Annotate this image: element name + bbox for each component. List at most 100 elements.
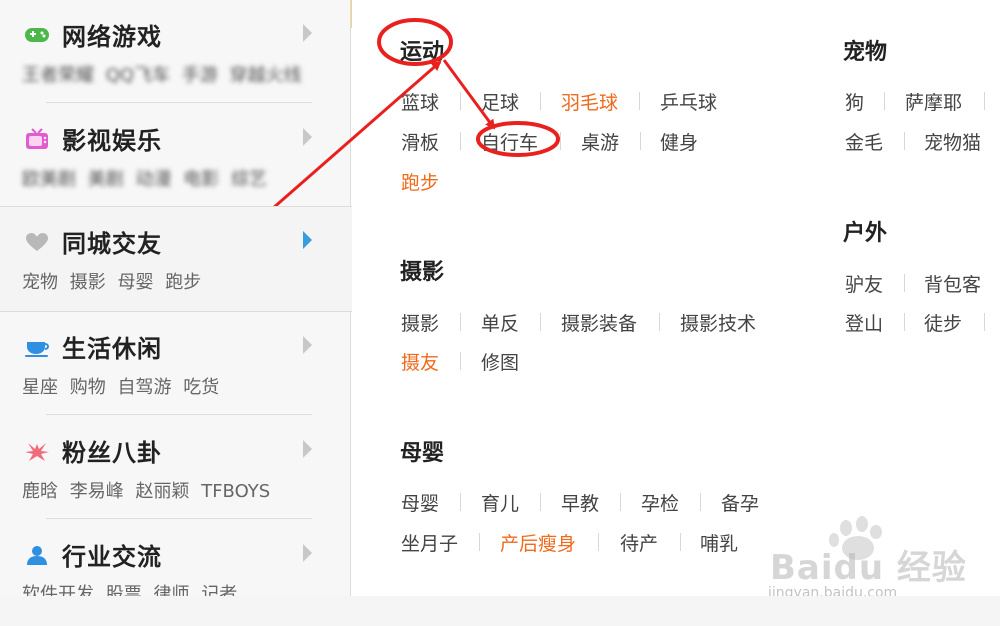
tag-bicycle[interactable]: 自行车 xyxy=(481,128,538,155)
tag-samoyed[interactable]: 萨摩耶 xyxy=(905,88,962,115)
tag-separator xyxy=(659,313,660,331)
subtag[interactable]: 股票 xyxy=(106,584,142,596)
subtag[interactable]: 王者荣耀 xyxy=(22,65,94,86)
tag-separator xyxy=(904,274,905,292)
subtag[interactable]: 欧美剧 xyxy=(22,169,76,190)
sidebar-category-entertainment[interactable]: 影视娱乐 欧美剧 美剧 动漫 电影 综艺 xyxy=(0,104,350,208)
sidebar-category-leisure[interactable]: 生活休闲 星座 购物 自驾游 吃货 xyxy=(0,312,350,416)
subtag[interactable]: 记者 xyxy=(201,584,237,596)
subtag[interactable]: 动漫 xyxy=(135,169,171,190)
sidebar-category-local-friends[interactable]: 同城交友 宠物 摄影 母婴 跑步 xyxy=(0,206,352,312)
tag-separator xyxy=(639,92,640,110)
tag-early-education[interactable]: 早教 xyxy=(561,489,599,516)
category-title: 网络游戏 xyxy=(62,23,162,51)
tag-pet-cat[interactable]: 宠物猫 xyxy=(924,128,981,155)
tag-separator xyxy=(460,493,461,511)
tag-separator xyxy=(460,132,461,150)
section-title-baby: 母婴 xyxy=(400,441,445,466)
chevron-right-icon xyxy=(303,544,312,562)
subtag[interactable]: 软件开发 xyxy=(22,584,94,596)
tag-football[interactable]: 足球 xyxy=(481,88,519,115)
tag-skateboard[interactable]: 滑板 xyxy=(401,128,439,155)
category-subtags: 王者荣耀 QQ飞车 手游 穿越火线 xyxy=(22,61,308,87)
tag-separator xyxy=(984,313,985,331)
watermark-url: jingyan.baidu.com xyxy=(768,585,898,596)
page-canvas: 网络游戏 王者荣耀 QQ飞车 手游 穿越火线 影视娱乐 欧美剧 美剧 动漫 电影… xyxy=(0,0,1000,596)
subtag[interactable]: 李易峰 xyxy=(70,481,124,502)
subtag[interactable]: 跑步 xyxy=(165,272,201,293)
tag-separator xyxy=(884,92,885,110)
tag-photo-skills[interactable]: 摄影技术 xyxy=(680,309,756,336)
subtag[interactable]: 购物 xyxy=(70,377,106,398)
tag-confinement[interactable]: 坐月子 xyxy=(401,529,458,556)
heart-icon xyxy=(26,233,48,251)
subtag[interactable]: QQ飞车 xyxy=(106,65,170,86)
tag-dslr[interactable]: 单反 xyxy=(481,309,519,336)
category-subtags: 宠物 摄影 母婴 跑步 xyxy=(22,268,207,294)
tag-hiking[interactable]: 徒步 xyxy=(924,309,962,336)
sidebar-category-fans[interactable]: 粉丝八卦 鹿晗 李易峰 赵丽颖 TFBOYS xyxy=(0,416,350,520)
tag-separator xyxy=(700,493,701,511)
subtag[interactable]: 手游 xyxy=(182,65,218,86)
subtag[interactable]: 自驾游 xyxy=(117,377,171,398)
sidebar-category-games[interactable]: 网络游戏 王者荣耀 QQ飞车 手游 穿越火线 xyxy=(0,0,350,104)
tag-photography[interactable]: 摄影 xyxy=(401,309,439,336)
star-burst-icon xyxy=(25,443,49,461)
subtag[interactable]: TFBOYS xyxy=(201,481,270,502)
subtag[interactable]: 吃货 xyxy=(183,377,219,398)
tag-separator xyxy=(680,533,681,551)
tag-separator xyxy=(540,92,541,110)
subtag[interactable]: 电影 xyxy=(183,169,219,190)
tag-breastfeeding[interactable]: 哺乳 xyxy=(700,529,738,556)
tag-fitness[interactable]: 健身 xyxy=(660,128,698,155)
tag-separator xyxy=(620,493,621,511)
tag-separator xyxy=(460,92,461,110)
tag-board-games[interactable]: 桌游 xyxy=(581,128,619,155)
tag-separator xyxy=(904,132,905,150)
tag-running[interactable]: 跑步 xyxy=(401,168,439,195)
category-title: 生活休闲 xyxy=(62,335,162,363)
tag-separator xyxy=(460,352,461,370)
tag-prenatal-check[interactable]: 孕检 xyxy=(641,489,679,516)
subtag[interactable]: 摄影 xyxy=(70,272,106,293)
category-subtags: 欧美剧 美剧 动漫 电影 综艺 xyxy=(22,165,273,191)
subtag[interactable]: 赵丽颖 xyxy=(135,481,189,502)
subtag[interactable]: 鹿晗 xyxy=(22,481,58,502)
tag-dog[interactable]: 狗 xyxy=(845,88,864,115)
divider xyxy=(46,102,312,103)
person-icon xyxy=(27,546,47,565)
tag-backpacker[interactable]: 背包客 xyxy=(924,270,981,297)
tag-mountaineering[interactable]: 登山 xyxy=(845,309,883,336)
tag-basketball[interactable]: 篮球 xyxy=(401,88,439,115)
tag-retouch[interactable]: 修图 xyxy=(481,348,519,375)
tag-travel-buddy[interactable]: 驴友 xyxy=(845,270,883,297)
divider xyxy=(46,518,312,519)
tag-separator xyxy=(560,132,561,150)
tag-parenting[interactable]: 育儿 xyxy=(481,489,519,516)
category-title: 同城交友 xyxy=(62,230,162,258)
tag-photo-gear[interactable]: 摄影装备 xyxy=(561,309,637,336)
subtag[interactable]: 律师 xyxy=(153,584,189,596)
chevron-right-icon xyxy=(303,128,312,146)
tag-separator xyxy=(540,313,541,331)
tag-mother-baby[interactable]: 母婴 xyxy=(401,489,439,516)
tag-pingpong[interactable]: 乒乓球 xyxy=(660,88,717,115)
subtag[interactable]: 星座 xyxy=(22,377,58,398)
category-title: 行业交流 xyxy=(62,543,162,571)
tag-pregnancy-prep[interactable]: 备孕 xyxy=(721,489,759,516)
tag-awaiting-delivery[interactable]: 待产 xyxy=(620,529,658,556)
section-title-sports: 运动 xyxy=(400,40,445,65)
subtag[interactable]: 综艺 xyxy=(231,169,267,190)
tag-photo-friends[interactable]: 摄友 xyxy=(401,348,439,375)
chevron-right-icon xyxy=(303,440,312,458)
sidebar-category-industry[interactable]: 行业交流 软件开发 股票 律师 记者 xyxy=(0,520,350,596)
subtag[interactable]: 母婴 xyxy=(117,272,153,293)
tag-separator xyxy=(640,132,641,150)
subtag[interactable]: 穿越火线 xyxy=(230,65,302,86)
tag-golden-retriever[interactable]: 金毛 xyxy=(845,128,883,155)
category-subtags: 鹿晗 李易峰 赵丽颖 TFBOYS xyxy=(22,477,276,503)
tag-badminton[interactable]: 羽毛球 xyxy=(561,88,618,115)
subtag[interactable]: 美剧 xyxy=(88,169,124,190)
subtag[interactable]: 宠物 xyxy=(22,272,58,293)
tag-postpartum-slimming[interactable]: 产后瘦身 xyxy=(500,529,576,556)
